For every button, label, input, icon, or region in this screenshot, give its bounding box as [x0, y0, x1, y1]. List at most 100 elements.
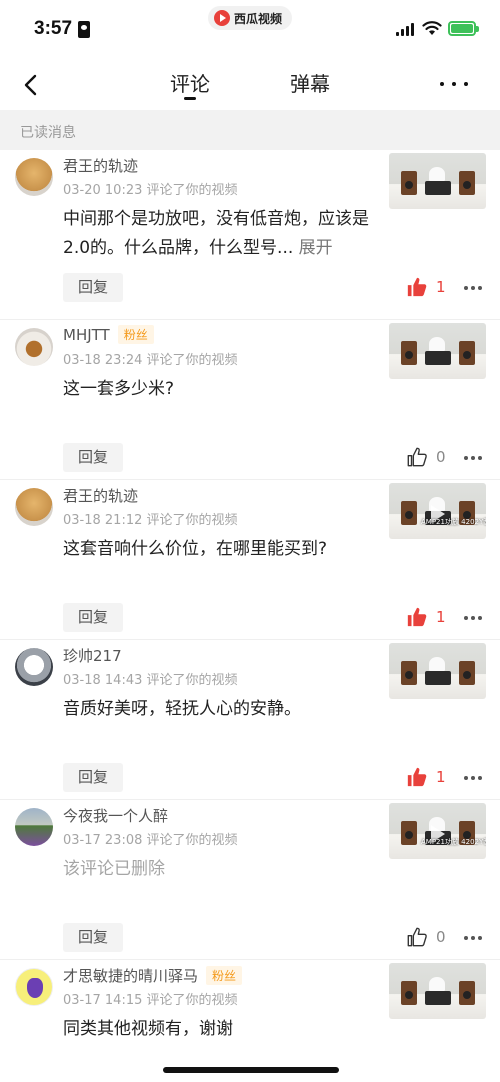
video-thumbnail[interactable] — [389, 643, 486, 699]
like-button[interactable]: 0 — [406, 446, 446, 468]
avatar[interactable] — [15, 488, 53, 526]
comment-date: 03-18 21:12 — [63, 513, 143, 528]
comment-meta: 03-17 14:15 评论了你的视频 — [63, 989, 238, 1008]
comment-action: 评论了你的视频 — [146, 673, 238, 688]
comment-item[interactable]: 君王的轨迹 03-18 21:12 评论了你的视频 这套音响什么价位，在哪里能买… — [0, 480, 500, 640]
home-indicator[interactable] — [163, 1067, 339, 1073]
avatar[interactable] — [15, 648, 53, 686]
comment-item[interactable]: 珍帅217 03-18 14:43 评论了你的视频 音质好美呀，轻抚人心的安静。… — [0, 640, 500, 800]
more-options-icon[interactable] — [464, 286, 482, 290]
status-bar: 3:57 西瓜视频 — [0, 0, 500, 60]
more-options-icon[interactable] — [464, 776, 482, 780]
read-messages-header: 已读消息 — [0, 110, 500, 150]
like-button[interactable]: 1 — [406, 766, 446, 788]
thumbs-up-icon — [407, 447, 427, 467]
thumbnail-caption: AMP21功放 4202Y音箱 — [421, 838, 486, 846]
amplifier — [425, 671, 451, 685]
username-text: MHJTT — [63, 326, 110, 344]
comment-meta: 03-18 23:24 评论了你的视频 — [63, 349, 238, 368]
speaker-right — [459, 171, 475, 195]
comment-text: 同类其他视频有，谢谢 — [63, 1015, 373, 1044]
comment-date: 03-18 23:24 — [63, 353, 143, 368]
amplifier — [425, 351, 451, 365]
video-thumbnail[interactable]: AMP21功放 4202Y音箱 — [389, 803, 486, 859]
like-button[interactable]: 1 — [406, 276, 446, 298]
fan-badge: 粉丝 — [206, 966, 243, 985]
more-options-icon[interactable] — [464, 616, 482, 620]
video-thumbnail[interactable] — [389, 323, 486, 379]
comment-username[interactable]: 才思敏捷的晴川驿马 粉丝 — [63, 965, 243, 986]
reply-button[interactable]: 回复 — [63, 603, 123, 632]
comment-text: 这套音响什么价位，在哪里能买到? — [63, 535, 373, 564]
like-button[interactable]: 1 — [406, 606, 446, 628]
speaker-left — [401, 501, 417, 525]
speaker-right — [459, 981, 475, 1005]
comment-meta: 03-17 23:08 评论了你的视频 — [63, 829, 238, 848]
comment-item[interactable]: 才思敏捷的晴川驿马 粉丝 03-17 14:15 评论了你的视频 同类其他视频有，… — [0, 960, 500, 1082]
video-thumbnail[interactable] — [389, 963, 486, 1019]
person-card-icon — [78, 21, 90, 38]
like-count: 1 — [436, 608, 446, 626]
comment-username[interactable]: 今夜我一个人醉 — [63, 805, 168, 826]
comment-body: 同类其他视频有，谢谢 — [63, 1019, 233, 1039]
comment-date: 03-20 10:23 — [63, 183, 143, 198]
reply-button[interactable]: 回复 — [63, 763, 123, 792]
app-name: 西瓜视频 — [234, 11, 283, 26]
comment-username[interactable]: MHJTT 粉丝 — [63, 325, 154, 344]
comment-body: 音质好美呀，轻抚人心的安静。 — [63, 699, 301, 719]
battery-charging-icon — [448, 21, 479, 36]
lamp — [429, 167, 445, 181]
username-text: 今夜我一个人醉 — [63, 807, 169, 825]
username-text: 才思敏捷的晴川驿马 — [63, 967, 199, 985]
reply-button[interactable]: 回复 — [63, 273, 123, 302]
speaker-right — [459, 661, 475, 685]
back-arrow-icon[interactable] — [18, 72, 44, 98]
reply-button[interactable]: 回复 — [63, 443, 123, 472]
lamp — [429, 977, 445, 991]
more-options-icon[interactable] — [464, 456, 482, 460]
fan-badge: 粉丝 — [117, 325, 154, 344]
thumbs-up-icon — [407, 767, 427, 787]
cellular-signal-icon — [396, 22, 414, 36]
comment-item[interactable]: 今夜我一个人醉 03-17 23:08 评论了你的视频 该评论已删除 AMP21… — [0, 800, 500, 960]
expand-link[interactable]: 展开 — [299, 238, 333, 258]
comment-username[interactable]: 君王的轨迹 — [63, 155, 138, 176]
comment-action: 评论了你的视频 — [146, 183, 238, 198]
username-text: 君王的轨迹 — [63, 157, 139, 175]
avatar[interactable] — [15, 158, 53, 196]
comment-username[interactable]: 君王的轨迹 — [63, 485, 138, 506]
thumbs-up-icon — [407, 277, 427, 297]
comment-text: 该评论已删除 — [63, 855, 373, 884]
like-count: 1 — [436, 768, 446, 786]
avatar[interactable] — [15, 328, 53, 366]
comment-action: 评论了你的视频 — [146, 833, 238, 848]
like-button[interactable]: 0 — [406, 926, 446, 948]
comment-date: 03-17 23:08 — [63, 833, 143, 848]
status-time: 3:57 — [34, 18, 73, 39]
avatar[interactable] — [15, 968, 53, 1006]
video-thumbnail[interactable] — [389, 153, 486, 209]
active-tab-indicator — [184, 97, 196, 100]
comment-meta: 03-18 21:12 评论了你的视频 — [63, 509, 238, 528]
comment-item[interactable]: MHJTT 粉丝 03-18 23:24 评论了你的视频 这一套多少米? 回复 0 — [0, 320, 500, 480]
more-options-icon[interactable] — [440, 74, 468, 94]
tab-danmaku[interactable]: 弹幕 — [290, 68, 330, 97]
like-count: 1 — [436, 278, 446, 296]
reply-button[interactable]: 回复 — [63, 923, 123, 952]
comment-item[interactable]: 君王的轨迹 03-20 10:23 评论了你的视频 中间那个是功放吧，没有低音炮… — [0, 150, 500, 320]
amplifier — [425, 991, 451, 1005]
amplifier — [425, 181, 451, 195]
xigua-logo-icon — [214, 10, 230, 26]
comment-username[interactable]: 珍帅217 — [63, 645, 122, 666]
speaker-left — [401, 981, 417, 1005]
comment-body: 这一套多少米? — [63, 379, 175, 399]
comment-date: 03-17 14:15 — [63, 993, 143, 1008]
app-indicator-pill[interactable]: 西瓜视频 — [208, 6, 293, 30]
tab-comments[interactable]: 评论 — [170, 68, 210, 97]
more-options-icon[interactable] — [464, 936, 482, 940]
thumbnail-caption: AMP21功放 4202Y音箱 — [421, 518, 486, 526]
comment-meta: 03-20 10:23 评论了你的视频 — [63, 179, 238, 198]
video-thumbnail[interactable]: AMP21功放 4202Y音箱 — [389, 483, 486, 539]
comment-meta: 03-18 14:43 评论了你的视频 — [63, 669, 238, 688]
avatar[interactable] — [15, 808, 53, 846]
